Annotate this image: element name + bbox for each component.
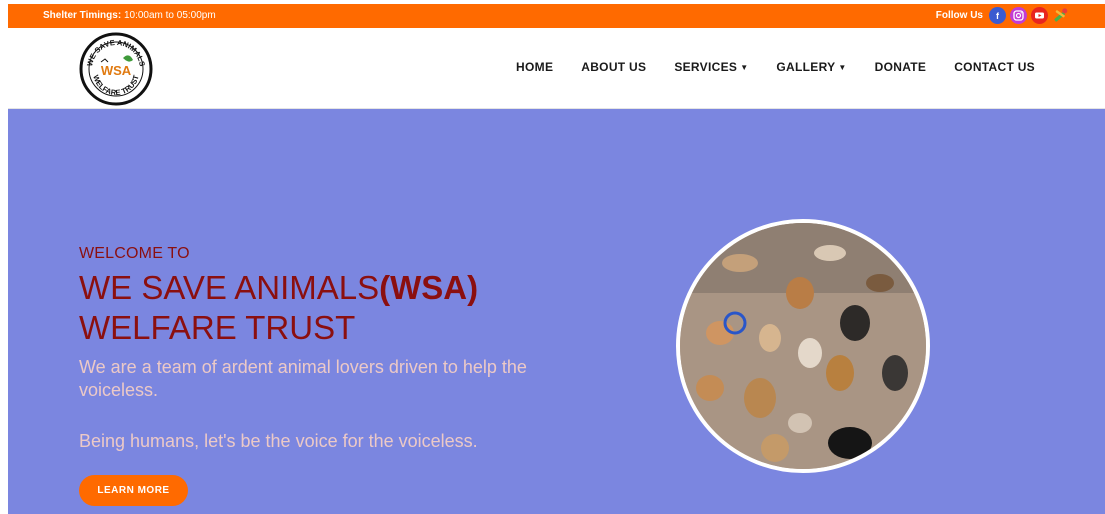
nav-contact[interactable]: CONTACT US bbox=[954, 60, 1035, 74]
hero-title-line1: WE SAVE ANIMALS(WSA) bbox=[79, 269, 478, 307]
hero-tagline-2: Being humans, let's be the voice for the… bbox=[79, 431, 478, 451]
hero-title-name: WE SAVE ANIMALS bbox=[79, 269, 380, 306]
logo[interactable]: WE SAVE ANIMALS WELFARE TRUST WSA bbox=[79, 32, 153, 106]
logo-mid-text: WSA bbox=[101, 63, 132, 78]
instagram-icon[interactable] bbox=[1010, 7, 1027, 24]
hero-tagline: We are a team of ardent animal lovers dr… bbox=[79, 357, 527, 400]
nav-services-label: SERVICES bbox=[674, 60, 738, 74]
chevron-down-icon: ▼ bbox=[740, 63, 749, 73]
navbar: WE SAVE ANIMALS WELFARE TRUST WSA HOME A… bbox=[8, 28, 1105, 109]
follow-us: Follow Us f bbox=[936, 7, 1069, 24]
main-nav: HOME ABOUT US SERVICES ▼ GALLERY ▼ DONATE … bbox=[516, 60, 1035, 74]
shelter-timings-value: 10:00am to 05:00pm bbox=[123, 10, 216, 21]
learn-more-button[interactable]: LEARN MORE bbox=[79, 475, 188, 506]
youtube-icon[interactable] bbox=[1031, 7, 1048, 24]
dogs-photo bbox=[676, 219, 930, 473]
nav-about[interactable]: ABOUT US bbox=[581, 60, 646, 74]
hero-title-abbr: (WSA) bbox=[379, 269, 479, 306]
hero-section: WELCOME TO WE SAVE ANIMALS(WSA) WELFARE … bbox=[8, 109, 1105, 514]
shelter-timings-label: Shelter Timings: bbox=[43, 10, 122, 21]
nav-gallery[interactable]: GALLERY ▼ bbox=[776, 60, 846, 74]
top-bar: Shelter Timings: 10:00am to 05:00pm Foll… bbox=[8, 4, 1105, 28]
nav-home[interactable]: HOME bbox=[516, 60, 553, 74]
page-frame: Shelter Timings: 10:00am to 05:00pm Foll… bbox=[8, 4, 1105, 514]
follow-us-label: Follow Us bbox=[935, 10, 983, 21]
chevron-down-icon: ▼ bbox=[838, 63, 847, 73]
facebook-icon[interactable]: f bbox=[989, 7, 1006, 24]
hero-welcome: WELCOME TO bbox=[79, 245, 190, 262]
tools-icon[interactable] bbox=[1052, 7, 1069, 24]
nav-gallery-label: GALLERY bbox=[776, 60, 836, 74]
hero-title-line2: WELFARE TRUST bbox=[79, 309, 356, 346]
nav-services[interactable]: SERVICES ▼ bbox=[674, 60, 748, 74]
nav-donate[interactable]: DONATE bbox=[875, 60, 927, 74]
shelter-timings: Shelter Timings: 10:00am to 05:00pm bbox=[43, 10, 216, 21]
